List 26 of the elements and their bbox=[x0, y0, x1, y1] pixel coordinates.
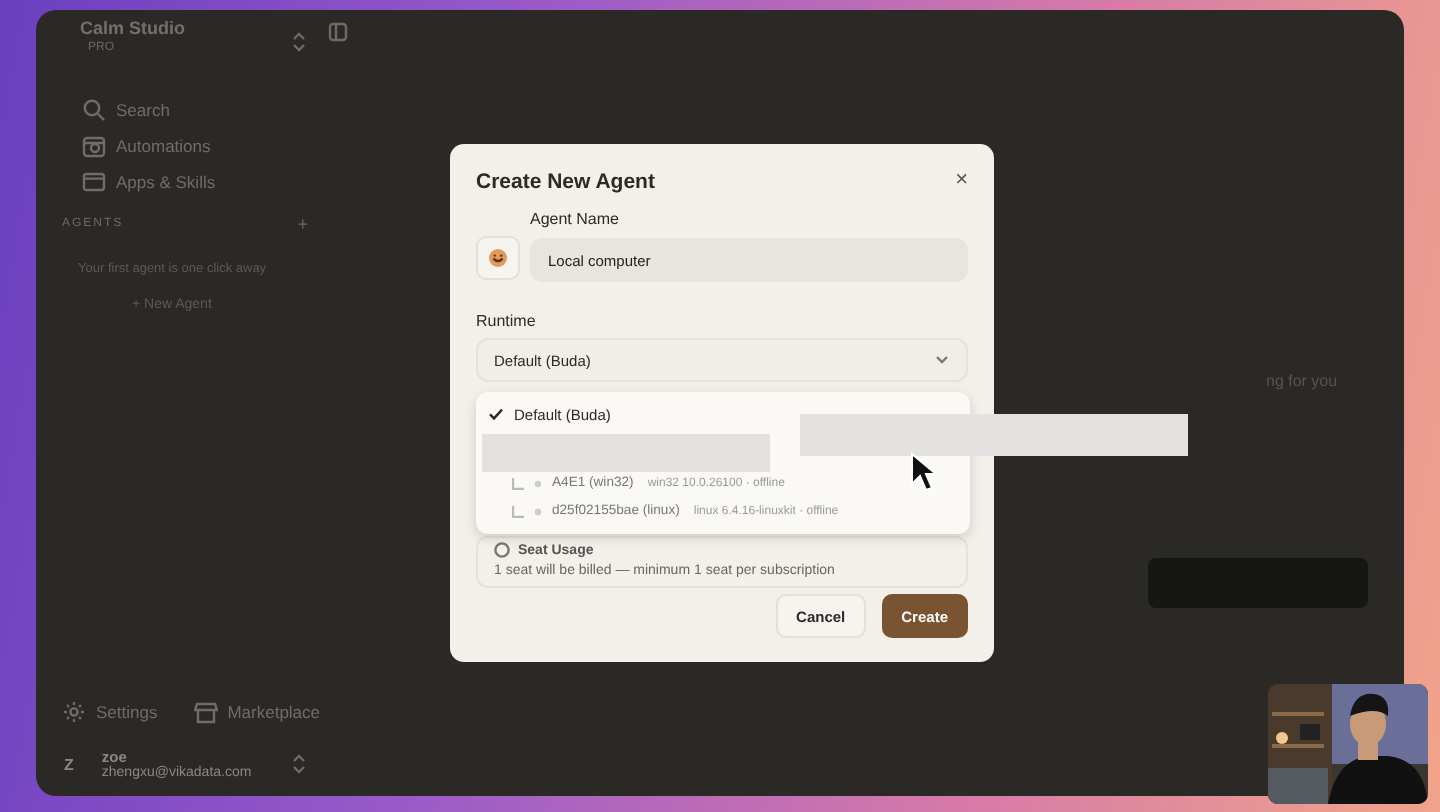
search-icon bbox=[82, 98, 106, 122]
branch-icon bbox=[512, 477, 524, 490]
add-button[interactable]: + bbox=[297, 214, 308, 234]
nav-item[interactable]: Apps & Skills bbox=[82, 170, 308, 194]
nav-item[interactable]: Search bbox=[82, 98, 308, 122]
window-icon bbox=[82, 170, 106, 194]
branch-icon bbox=[512, 505, 524, 518]
close-button[interactable]: × bbox=[955, 170, 968, 192]
field-label: Runtime bbox=[476, 312, 538, 330]
chevron-updown-icon bbox=[290, 752, 308, 776]
sidebar-toggle-icon bbox=[328, 22, 348, 42]
smiley-icon bbox=[488, 248, 508, 268]
footer-link[interactable]: Marketplace bbox=[193, 700, 321, 724]
chevron-down-icon bbox=[934, 354, 950, 366]
workspace-name: Calm Studio bbox=[80, 18, 188, 38]
chevron-updown-icon bbox=[290, 30, 308, 54]
dialog-title: Create New Agent bbox=[476, 170, 655, 194]
info-icon bbox=[494, 542, 510, 558]
calendar-icon bbox=[82, 134, 106, 158]
avatar-button[interactable] bbox=[476, 236, 520, 280]
store-icon bbox=[193, 700, 218, 724]
cursor-icon bbox=[910, 452, 938, 492]
gear-icon bbox=[62, 700, 86, 724]
nav-item[interactable]: Automations bbox=[82, 134, 308, 158]
field-label: Agent Name bbox=[530, 210, 621, 228]
footer-link[interactable]: Settings bbox=[62, 700, 158, 724]
